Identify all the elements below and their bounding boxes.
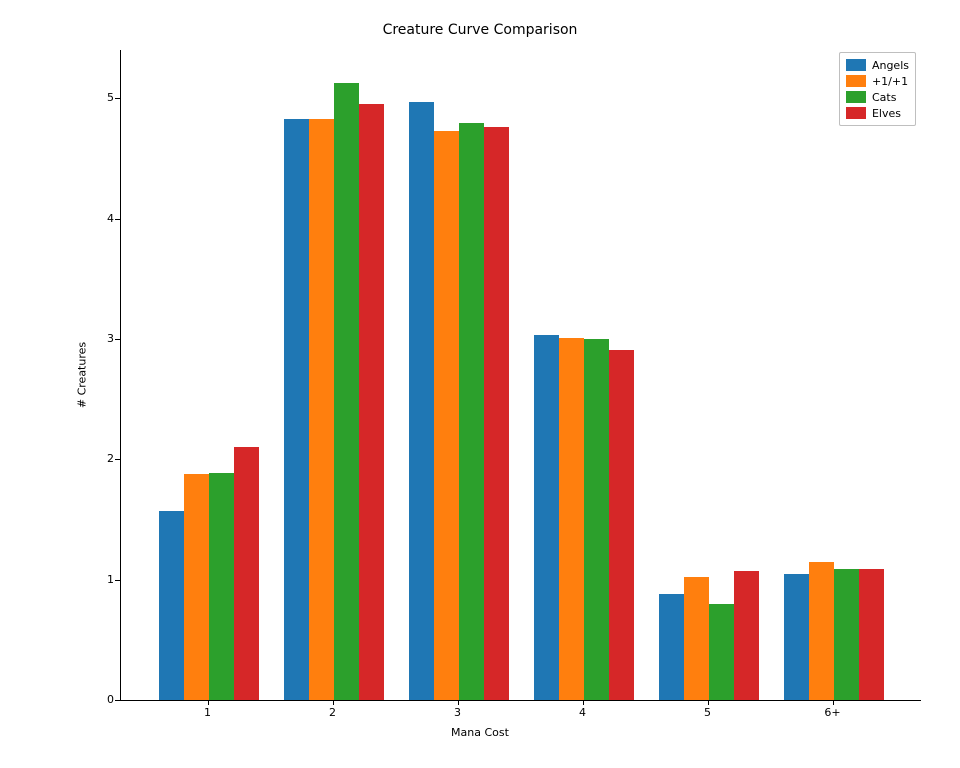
legend-swatch	[846, 91, 866, 103]
y-tick-label: 0	[84, 693, 114, 706]
legend-item: +1/+1	[846, 73, 909, 89]
bar	[734, 571, 759, 700]
y-tick-mark	[115, 459, 120, 460]
chart-container: Creature Curve Comparison Mana Cost # Cr…	[0, 0, 960, 768]
legend-item: Cats	[846, 89, 909, 105]
x-tick-label: 2	[313, 706, 353, 719]
bar	[834, 569, 859, 700]
x-tick-mark	[583, 700, 584, 705]
y-tick-label: 3	[84, 332, 114, 345]
y-tick-label: 2	[84, 452, 114, 465]
x-tick-mark	[708, 700, 709, 705]
bar	[809, 562, 834, 700]
bar	[359, 104, 384, 700]
legend-label: Elves	[872, 107, 901, 120]
x-tick-label: 4	[563, 706, 603, 719]
bar	[409, 102, 434, 700]
bar	[234, 447, 259, 700]
legend: Angels +1/+1 Cats Elves	[839, 52, 916, 126]
legend-item: Elves	[846, 105, 909, 121]
bar	[534, 335, 559, 700]
bar	[684, 577, 709, 700]
legend-swatch	[846, 75, 866, 87]
plot-area	[120, 50, 921, 701]
bar	[434, 131, 459, 700]
x-tick-label: 3	[438, 706, 478, 719]
bar	[659, 594, 684, 700]
x-axis-label: Mana Cost	[0, 726, 960, 739]
bar	[584, 339, 609, 700]
x-tick-mark	[333, 700, 334, 705]
chart-title: Creature Curve Comparison	[0, 22, 960, 38]
bar	[559, 338, 584, 700]
legend-item: Angels	[846, 57, 909, 73]
x-tick-label: 1	[188, 706, 228, 719]
y-tick-label: 4	[84, 212, 114, 225]
bar	[334, 83, 359, 701]
y-tick-mark	[115, 580, 120, 581]
x-tick-mark	[208, 700, 209, 705]
legend-label: Cats	[872, 91, 896, 104]
x-tick-mark	[458, 700, 459, 705]
bar	[184, 474, 209, 700]
y-tick-mark	[115, 98, 120, 99]
bar	[209, 473, 234, 701]
y-tick-mark	[115, 339, 120, 340]
bar	[609, 350, 634, 700]
y-axis-label: # Creatures	[76, 342, 89, 408]
y-tick-label: 5	[84, 91, 114, 104]
bar	[159, 511, 184, 700]
y-tick-mark	[115, 700, 120, 701]
x-tick-label: 5	[688, 706, 728, 719]
bar	[284, 119, 309, 700]
bar	[859, 569, 884, 700]
legend-swatch	[846, 59, 866, 71]
bar	[484, 127, 509, 700]
x-tick-mark	[833, 700, 834, 705]
bar	[309, 119, 334, 700]
legend-label: +1/+1	[872, 75, 908, 88]
bar	[709, 604, 734, 700]
y-tick-mark	[115, 219, 120, 220]
legend-swatch	[846, 107, 866, 119]
y-tick-label: 1	[84, 573, 114, 586]
bar	[459, 123, 484, 700]
legend-label: Angels	[872, 59, 909, 72]
bar	[784, 574, 809, 700]
x-tick-label: 6+	[813, 706, 853, 719]
